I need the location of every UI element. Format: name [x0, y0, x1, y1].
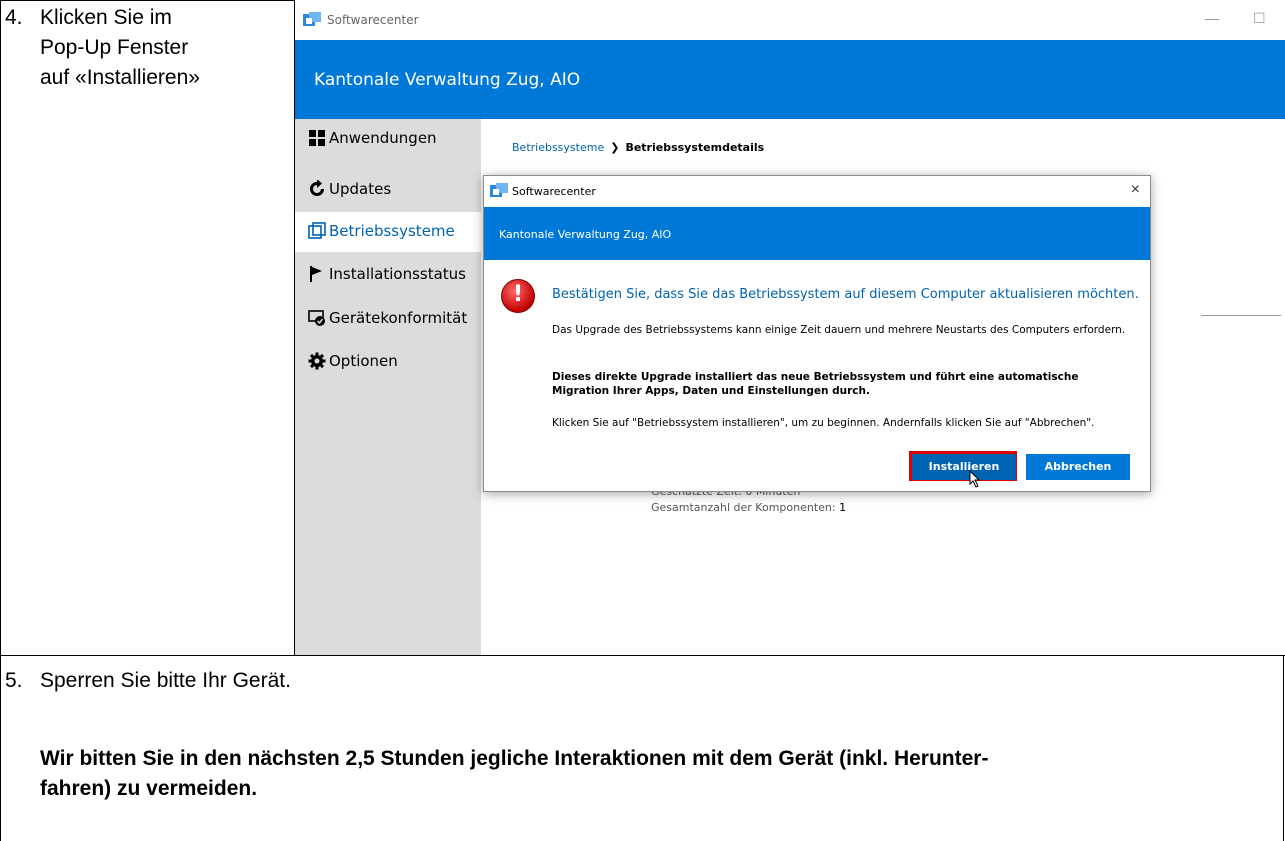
sidebar-item-label: Betriebssysteme — [329, 222, 455, 240]
components-label: Gesamtanzahl der Komponenten: — [651, 501, 836, 514]
chevron-right-icon: ❯ — [610, 141, 620, 154]
sidebar-item-anwendungen[interactable]: Anwendungen — [295, 119, 481, 159]
dialog-heading: Bestätigen Sie, dass Sie das Betriebssys… — [552, 287, 1139, 302]
breadcrumb: Betriebssysteme ❯ Betriebssystemdetails — [512, 141, 764, 154]
minimize-button[interactable]: — — [1205, 10, 1219, 26]
sidebar-item-label: Installationsstatus — [329, 265, 466, 283]
step5-bold-line-1: Wir bitten Sie in den nächsten 2,5 Stund… — [40, 747, 989, 770]
os-icon — [308, 222, 326, 239]
window-titlebar: Softwarecenter — ☐ — [295, 0, 1285, 40]
sidebar-item-updates[interactable]: Updates — [295, 170, 481, 210]
dialog-paragraph-3: Klicken Sie auf "Betriebssystem installi… — [552, 417, 1095, 429]
table-row-divider — [0, 655, 1285, 656]
sidebar-item-label: Optionen — [329, 352, 398, 370]
components-value: 1 — [839, 501, 847, 514]
install-button[interactable]: Installieren — [912, 454, 1016, 480]
software-center-logo-icon — [490, 183, 508, 197]
sidebar-item-label: Gerätekonformität — [329, 309, 468, 327]
dialog-header-text: Kantonale Verwaltung Zug, AIO — [499, 228, 672, 241]
step5-text: Sperren Sie bitte Ihr Gerät. — [40, 669, 291, 692]
breadcrumb-link[interactable]: Betriebssysteme — [512, 141, 604, 154]
cancel-button[interactable]: Abbrechen — [1026, 454, 1130, 480]
step5-bold-line-2: fahren) zu vermeiden. — [40, 777, 258, 800]
app-header-title: Kantonale Verwaltung Zug, AIO — [314, 70, 581, 90]
error-icon: ! — [501, 279, 535, 313]
gear-icon — [308, 352, 326, 370]
sidebar-item-label: Anwendungen — [329, 129, 437, 147]
divider — [1201, 315, 1281, 316]
sidebar-item-geraetekonformitaet[interactable]: Gerätekonformität — [295, 299, 481, 339]
step5-number: 5. — [5, 669, 23, 692]
sidebar-item-optionen[interactable]: Optionen — [295, 342, 481, 382]
step4-line-1: Klicken Sie im — [40, 6, 172, 29]
table-border-left — [0, 0, 1, 841]
step4-number: 4. — [5, 6, 23, 29]
software-center-logo-icon — [303, 12, 321, 26]
breadcrumb-current: Betriebssystemdetails — [625, 141, 765, 154]
dialog-titlebar: Softwarecenter × — [484, 176, 1150, 207]
window-title: Softwarecenter — [327, 13, 419, 27]
device-check-icon — [308, 310, 325, 326]
sidebar: Anwendungen Updates Betriebssysteme Inst… — [295, 119, 481, 655]
dialog-title: Softwarecenter — [512, 185, 596, 198]
dialog-paragraph-2: Dieses direkte Upgrade installiert das n… — [552, 371, 1079, 397]
flag-icon — [310, 266, 322, 282]
confirm-dialog: Softwarecenter × Kantonale Verwaltung Zu… — [483, 175, 1151, 492]
step4-line-2: Pop-Up Fenster — [40, 36, 189, 59]
mouse-cursor-icon — [969, 470, 981, 488]
dialog-paragraph-1: Das Upgrade des Betriebssystems kann ein… — [552, 324, 1126, 336]
sidebar-item-betriebssysteme[interactable]: Betriebssysteme — [295, 212, 481, 252]
sidebar-item-label: Updates — [329, 180, 392, 198]
sidebar-item-installationsstatus[interactable]: Installationsstatus — [295, 255, 481, 295]
close-icon[interactable]: × — [1131, 181, 1140, 199]
refresh-icon — [310, 180, 324, 196]
components-count: Gesamtanzahl der Komponenten: 1 — [651, 501, 846, 514]
maximize-button[interactable]: ☐ — [1253, 10, 1266, 27]
step4-line-3: auf «Installieren» — [40, 66, 200, 89]
dialog-header-band: Kantonale Verwaltung Zug, AIO — [484, 207, 1150, 260]
grid-icon — [309, 130, 325, 146]
